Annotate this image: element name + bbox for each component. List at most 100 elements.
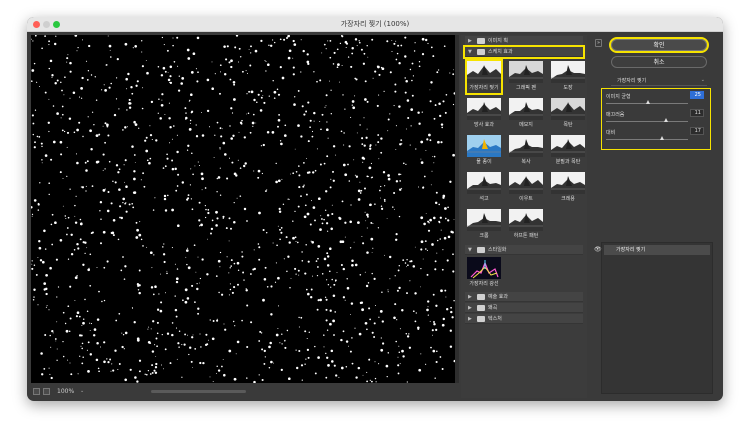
expand-arrow-icon: ▶ [468,304,472,311]
filter-thumb[interactable]: 목탄 [551,98,585,130]
slider-track[interactable] [606,121,688,122]
filter-thumb[interactable]: 도장 [551,61,585,93]
thumb-label: 크레용 [561,196,575,202]
filter-thumbnail-image [467,172,501,194]
thumb-label: 망사 효과 [474,122,494,128]
thumb-label: 목탄 [563,122,573,128]
filter-thumbnail-image [509,172,543,194]
param-value-input[interactable]: 11 [690,109,704,117]
param-value-input[interactable]: 17 [690,127,704,135]
param-label: 대비 [606,130,616,136]
filter-thumbnail-image [509,98,543,120]
thumb-label: 도장 [563,85,573,91]
ok-button[interactable]: 확인 [609,37,709,53]
filter-thumb[interactable]: 하프톤 패턴 [509,209,543,241]
filter-select[interactable]: 가장자리 찢기 ⌄ [611,77,707,86]
folder-stylize[interactable]: ▼ 스타일화 [465,245,583,255]
glowing-edges-thumbnail [467,257,501,279]
folder-distortion[interactable]: ▶ 왜곡 [465,303,583,313]
folder-texture[interactable]: ▶ 텍스처 [465,314,583,324]
filter-select-value: 가장자리 찢기 [617,78,647,84]
filter-thumb[interactable]: 망사 효과 [467,98,501,130]
filter-thumb[interactable]: 복사 [509,135,543,167]
thumb-label: 복사 [521,159,531,165]
zoom-level[interactable]: 100% [57,388,74,395]
thumb-label: 이우트 [519,196,533,202]
effect-layer-item[interactable]: 👁 가장자리 찢기 [594,245,710,255]
thumb-label: 그래픽 펜 [516,85,536,91]
filter-thumb[interactable]: 메모지 [509,98,543,130]
folder-label: 스케치 효과 [488,49,513,55]
folder-icon [477,246,485,253]
folder-icon [477,304,485,311]
filter-thumb[interactable]: 크레용 [551,172,585,204]
folder-sketch[interactable]: ▼ 스케치 효과 [463,45,585,59]
collapse-panel-icon[interactable]: » [595,39,602,47]
filter-thumbnail-image [467,135,501,157]
window-title: 가장자리 찢기 (100%) [340,20,410,28]
filter-thumb[interactable]: 이우트 [509,172,543,204]
thumb-label: 물 종이 [476,159,492,165]
expand-arrow-icon: ▶ [468,293,472,300]
filter-thumbnail-image [509,61,543,83]
filter-thumb[interactable]: 분필과 목탄 [551,135,585,167]
filter-thumbnail-image [551,172,585,194]
filter-thumbnail-image [551,98,585,120]
slider-handle[interactable] [645,100,650,104]
folder-icon [477,48,485,55]
param-label: 이미지 균형 [606,94,631,100]
panel-divider[interactable] [455,35,459,383]
filter-thumb[interactable]: 물 종이 [467,135,501,167]
thumb-label: 분필과 목탄 [555,159,581,165]
filter-thumbnail-image [467,98,501,120]
expand-arrow-icon: ▶ [468,37,472,44]
filter-thumbnail-image [467,61,501,83]
thumb-label: 메모지 [519,122,533,128]
folder-distort[interactable]: ▶ 이미지 획 [465,36,583,46]
filter-thumbnail-image [467,209,501,231]
filter-thumbnail-image [509,135,543,157]
thumb-label: 크롬 [479,233,489,239]
collapse-arrow-icon: ▼ [468,48,472,55]
folder-label: 스타일화 [488,247,507,253]
folder-icon [477,37,485,44]
filter-thumb[interactable]: 석고 [467,172,501,204]
chevron-down-icon: ⌄ [700,77,705,83]
folder-label: 이미지 획 [488,38,508,44]
thumb-label: 하프톤 패턴 [513,233,539,239]
thumb-label: 가장자리 찢기 [469,85,499,91]
effect-layers-panel: 👁 가장자리 찢기 [594,242,713,394]
folder-label: 왜곡 [488,305,498,311]
zoom-in-button[interactable] [43,388,50,395]
status-bar: 100% ⌄ [31,385,455,398]
collapse-arrow-icon: ▼ [468,246,472,253]
filter-thumb[interactable]: 가장자리 찢기 [465,59,503,95]
zoom-chevron-icon[interactable]: ⌄ [80,388,84,394]
filter-gallery-panel: ▶ 이미지 획 ▼ 스케치 효과 가장자리 찢기 그래픽 펜 도장망사 효과 메모지 목… [461,35,587,398]
slider-track[interactable] [606,139,688,140]
cancel-button[interactable]: 취소 [611,56,707,68]
preview-canvas[interactable] [31,35,455,383]
filter-thumb[interactable]: 그래픽 펜 [509,61,543,93]
filter-thumbnail-image [551,61,585,83]
filter-thumbnail-image [509,209,543,231]
thumb-label: 가장자리 광선 [469,281,499,287]
param-value-input[interactable]: 25 [690,91,704,99]
slider-handle[interactable] [663,118,668,122]
zoom-out-button[interactable] [33,388,40,395]
folder-icon [477,293,485,300]
filter-settings-panel: » 확인 취소 가장자리 찢기 ⌄ 이미지 균형 25 매끄러움 11 대비 1… [589,35,719,398]
filter-thumb[interactable]: 크롬 [467,209,501,241]
thumb-label: 석고 [479,196,489,202]
filter-thumb-glowing-edges[interactable]: 가장자리 광선 [467,257,501,289]
param-label: 매끄러움 [606,112,625,118]
filter-thumbnail-image [551,135,585,157]
slider-handle[interactable] [659,136,664,140]
preview-image [31,35,455,383]
expand-arrow-icon: ▶ [468,315,472,322]
title-bar: 가장자리 찢기 (100%) [27,17,723,32]
folder-artistic[interactable]: ▶ 예술 효과 [465,292,583,302]
filter-parameters: 이미지 균형 25 매끄러움 11 대비 17 [601,88,711,150]
visibility-eye-icon[interactable]: 👁 [594,245,602,255]
horizontal-scrollbar[interactable] [151,390,246,393]
